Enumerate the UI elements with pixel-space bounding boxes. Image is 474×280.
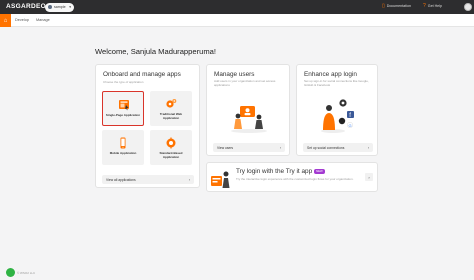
user-avatar[interactable] xyxy=(464,3,472,11)
try-it-description: Try the interactive login experience wit… xyxy=(236,177,354,181)
chevron-right-icon: › xyxy=(368,174,370,180)
try-it-arrow-button[interactable]: › xyxy=(365,173,373,181)
social-login-illustration: f G xyxy=(321,99,354,133)
get-help-link[interactable]: ? Get Help xyxy=(423,2,442,9)
app-login-description: Set up sign-in for social connections li… xyxy=(304,79,369,87)
chevron-right-icon: › xyxy=(188,177,190,182)
single-page-app-label: Single-Page Application xyxy=(105,113,141,117)
documentation-link[interactable]: ▯ Documentation xyxy=(382,2,411,9)
chevron-right-icon: › xyxy=(279,145,281,150)
sub-navigation: ⌂ Develop Manage xyxy=(0,14,474,27)
organization-name: sample xyxy=(54,5,66,9)
view-users-label: View users xyxy=(217,145,234,150)
traditional-web-app-label: Traditional Web Application xyxy=(159,112,183,120)
top-bar: ASGARDEO sample ▾ ▯ Documentation ? Get … xyxy=(0,0,474,14)
asgardeo-logo[interactable]: ASGARDEO xyxy=(6,3,46,10)
organization-icon xyxy=(48,5,52,9)
chevron-down-icon: ▾ xyxy=(69,5,71,9)
mobile-app-label: Mobile Application xyxy=(109,151,137,155)
tab-manage[interactable]: Manage xyxy=(36,18,50,22)
mobile-app-icon xyxy=(120,137,126,149)
traditional-web-app-tile[interactable]: Traditional Web Application xyxy=(150,91,192,126)
home-button[interactable]: ⌂ xyxy=(0,14,11,27)
single-page-app-icon xyxy=(119,100,129,111)
mobile-app-tile[interactable]: Mobile Application xyxy=(102,130,144,165)
try-it-app-card[interactable]: Try login with the Try it app NEW Try the… xyxy=(206,162,378,192)
manage-users-card: Manage users Add users in your organizat… xyxy=(206,64,290,156)
view-users-button[interactable]: View users › xyxy=(213,143,285,152)
welcome-heading: Welcome, Sanjula Madurapperuma! xyxy=(95,47,216,56)
try-it-title: Try login with the Try it app NEW xyxy=(236,168,325,175)
footer-copyright: © WSO2 LLC xyxy=(17,271,36,275)
chat-icon[interactable] xyxy=(6,268,15,277)
setup-social-connections-button[interactable]: Set up social connections › xyxy=(303,143,373,152)
setup-social-connections-label: Set up social connections xyxy=(307,145,345,150)
tab-develop[interactable]: Develop xyxy=(15,18,29,22)
standard-based-app-label: Standard-Based Application xyxy=(159,151,183,159)
try-it-illustration xyxy=(211,171,230,188)
new-badge: NEW xyxy=(314,168,325,174)
standard-based-app-tile[interactable]: Standard-Based Application xyxy=(150,130,192,165)
view-all-applications-button[interactable]: View all applications › xyxy=(102,175,194,184)
organization-selector[interactable]: sample ▾ xyxy=(45,2,74,12)
try-it-title-text: Try login with the Try it app xyxy=(236,168,313,175)
documentation-label: Documentation xyxy=(386,4,411,8)
help-icon: ? xyxy=(423,2,426,9)
view-all-applications-label: View all applications xyxy=(106,177,136,182)
app-login-title: Enhance app login xyxy=(304,71,357,78)
svg-text:G: G xyxy=(349,123,352,128)
chevron-right-icon: › xyxy=(367,145,369,150)
home-icon: ⌂ xyxy=(3,17,8,24)
onboard-apps-card: Onboard and manage apps Choose the type … xyxy=(95,64,200,188)
standard-app-icon xyxy=(166,137,176,149)
document-icon: ▯ xyxy=(382,2,385,9)
single-page-app-tile[interactable]: Single-Page Application xyxy=(102,91,144,126)
enhance-app-login-card: Enhance app login Set up sign-in for soc… xyxy=(296,64,378,156)
help-label: Get Help xyxy=(427,4,442,8)
manage-users-title: Manage users xyxy=(214,71,255,78)
manage-users-description: Add users in your organization and set a… xyxy=(214,79,276,87)
gears-icon xyxy=(166,99,177,108)
users-illustration xyxy=(231,106,267,133)
onboard-card-title: Onboard and manage apps xyxy=(103,71,181,78)
onboard-card-description: Choose the type of application xyxy=(103,80,144,84)
